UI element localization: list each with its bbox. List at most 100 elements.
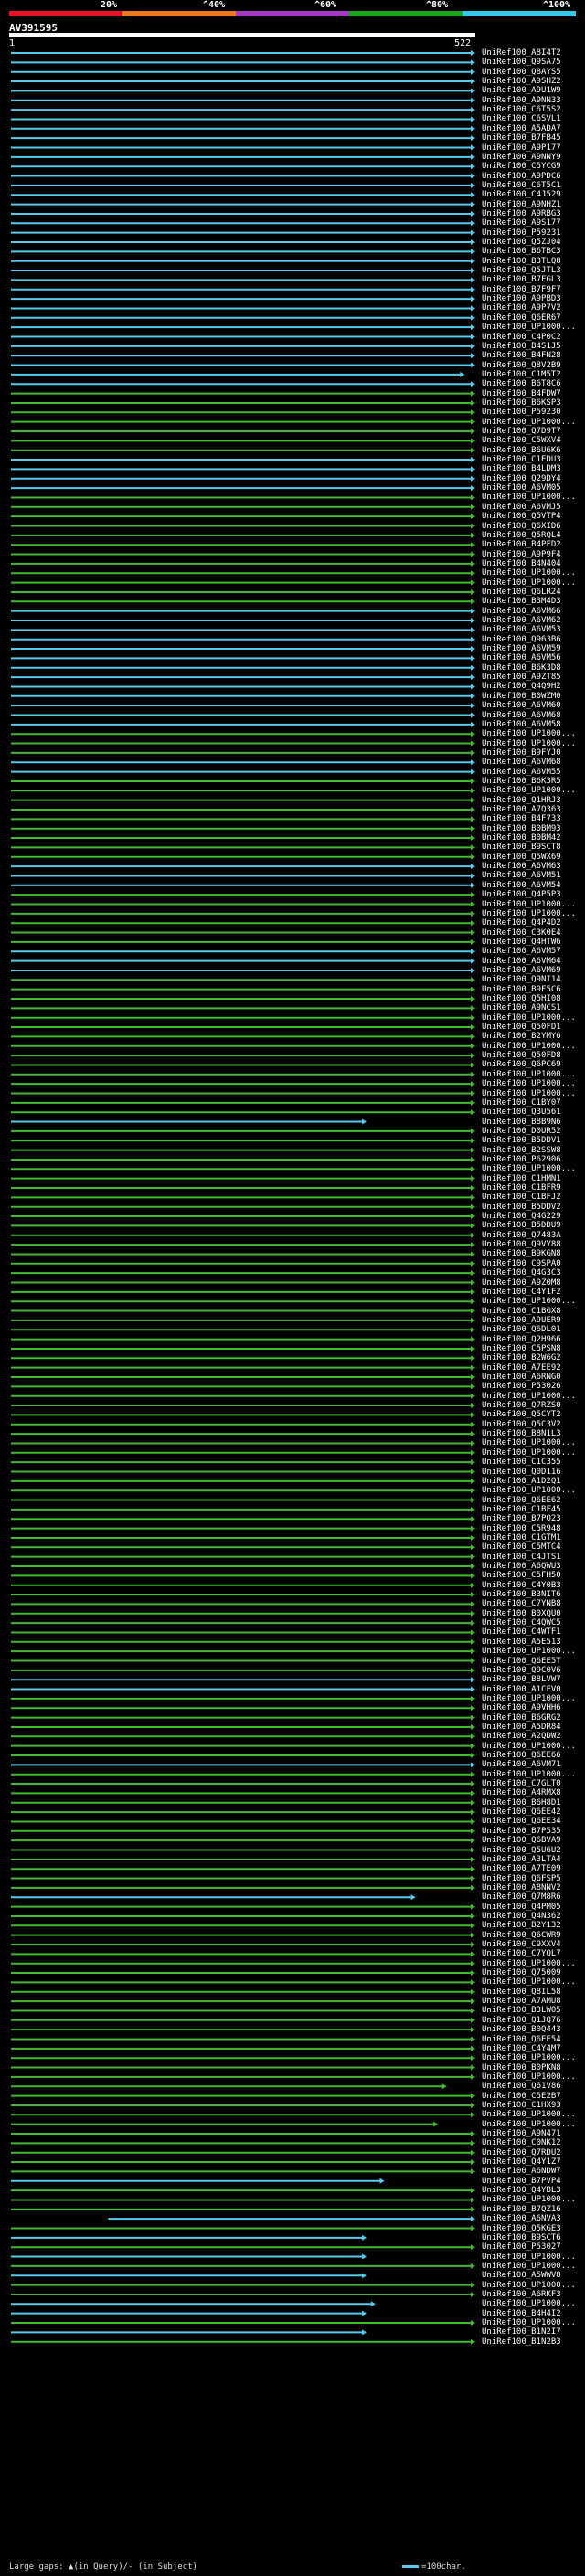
hit-label[interactable]: UniRef100_Q8AYS5 xyxy=(482,68,561,77)
hit-label[interactable]: UniRef100_A3LTA4 xyxy=(482,1855,561,1864)
hit-label[interactable]: UniRef100_B4N404 xyxy=(482,559,561,568)
hit-label[interactable]: UniRef100_UP1000... xyxy=(482,909,576,918)
hit-label[interactable]: UniRef100_Q5JTL3 xyxy=(482,266,561,275)
hit-label[interactable]: UniRef100_UP1000... xyxy=(482,1392,576,1401)
hit-label[interactable]: UniRef100_B7P535 xyxy=(482,1827,561,1836)
hit-label[interactable]: UniRef100_A6VM57 xyxy=(482,947,561,956)
hit-label[interactable]: UniRef100_B3M4D3 xyxy=(482,597,561,606)
hit-label[interactable]: UniRef100_A6RKF3 xyxy=(482,2290,561,2299)
hit-label[interactable]: UniRef100_C7YNB8 xyxy=(482,1599,561,1608)
hit-label[interactable]: UniRef100_Q6BVA9 xyxy=(482,1836,561,1845)
hit-label[interactable]: UniRef100_C0NK12 xyxy=(482,2138,561,2147)
hit-label[interactable]: UniRef100_Q50FD8 xyxy=(482,1051,561,1060)
hit-label[interactable]: UniRef100_UP1000... xyxy=(482,900,576,909)
hit-label[interactable]: UniRef100_Q6PC69 xyxy=(482,1060,561,1069)
hit-label[interactable]: UniRef100_B4FN28 xyxy=(482,351,561,360)
hit-label[interactable]: UniRef100_B2W6G2 xyxy=(482,1353,561,1362)
hit-label[interactable]: UniRef100_C1BGX8 xyxy=(482,1307,561,1316)
hit-label[interactable]: UniRef100_Q3U561 xyxy=(482,1108,561,1117)
hit-label[interactable]: UniRef100_C1C355 xyxy=(482,1458,561,1467)
hit-label[interactable]: UniRef100_A6VM71 xyxy=(482,1760,561,1769)
hit-label[interactable]: UniRef100_A1D2Q1 xyxy=(482,1477,561,1486)
hit-label[interactable]: UniRef100_C4QWC5 xyxy=(482,1618,561,1627)
hit-label[interactable]: UniRef100_C1BFR9 xyxy=(482,1183,561,1193)
hit-label[interactable]: UniRef100_B3LW05 xyxy=(482,2006,561,2015)
hit-label[interactable]: UniRef100_A2QDW2 xyxy=(482,1732,561,1741)
hit-label[interactable]: UniRef100_B4FDW7 xyxy=(482,389,561,398)
hit-label[interactable]: UniRef100_Q2H966 xyxy=(482,1335,561,1344)
hit-label[interactable]: UniRef100_Q5HI08 xyxy=(482,994,561,1003)
hit-label[interactable]: UniRef100_C9XXV4 xyxy=(482,1940,561,1949)
hit-label[interactable]: UniRef100_UP1000... xyxy=(482,1486,576,1495)
hit-label[interactable]: UniRef100_D0UR52 xyxy=(482,1127,561,1136)
hit-label[interactable]: UniRef100_Q9NI14 xyxy=(482,975,561,984)
hit-label[interactable]: UniRef100_C5YCG9 xyxy=(482,162,561,171)
hit-label[interactable]: UniRef100_A6VM68 xyxy=(482,711,561,720)
hit-label[interactable]: UniRef100_A9ZT85 xyxy=(482,673,561,682)
hit-label[interactable]: UniRef100_B6K3R5 xyxy=(482,777,561,786)
hit-label[interactable]: UniRef100_B4F733 xyxy=(482,814,561,823)
hit-label[interactable]: UniRef100_Q5C3V2 xyxy=(482,1420,561,1429)
hit-label[interactable]: UniRef100_UP1000... xyxy=(482,1070,576,1079)
hit-label[interactable]: UniRef100_Q6EE62 xyxy=(482,1496,561,1505)
hit-label[interactable]: UniRef100_B9F5C6 xyxy=(482,985,561,994)
hit-label[interactable]: UniRef100_UP1000... xyxy=(482,2072,576,2082)
hit-label[interactable]: UniRef100_UP1000... xyxy=(482,1089,576,1098)
hit-label[interactable]: UniRef100_B9FYJ0 xyxy=(482,748,561,758)
hit-label[interactable]: UniRef100_Q963B6 xyxy=(482,635,561,644)
hit-label[interactable]: UniRef100_B5DDV2 xyxy=(482,1203,561,1212)
hit-label[interactable]: UniRef100_UP1000... xyxy=(482,2318,576,2327)
hit-label[interactable]: UniRef100_Q4P5P3 xyxy=(482,890,561,899)
hit-label[interactable]: UniRef100_UP1000... xyxy=(482,2110,576,2119)
hit-label[interactable]: UniRef100_UP1000... xyxy=(482,2262,576,2271)
hit-label[interactable]: UniRef100_Q6EE42 xyxy=(482,1807,561,1817)
hit-label[interactable]: UniRef100_UP1000... xyxy=(482,2299,576,2308)
hit-label[interactable]: UniRef100_Q6EE5T xyxy=(482,1657,561,1666)
hit-label[interactable]: UniRef100_A9NN33 xyxy=(482,96,561,105)
hit-label[interactable]: UniRef100_A9RBG3 xyxy=(482,209,561,218)
hit-label[interactable]: UniRef100_P53027 xyxy=(482,2242,561,2252)
hit-label[interactable]: UniRef100_P59230 xyxy=(482,408,561,417)
hit-label[interactable]: UniRef100_A7Q363 xyxy=(482,805,561,814)
hit-label[interactable]: UniRef100_A9S177 xyxy=(482,218,561,228)
hit-label[interactable]: UniRef100_B3TLQ8 xyxy=(482,257,561,266)
hit-label[interactable]: UniRef100_Q5RQL4 xyxy=(482,531,561,540)
hit-label[interactable]: UniRef100_A9NNY9 xyxy=(482,153,561,162)
hit-label[interactable]: UniRef100_B0Q443 xyxy=(482,2025,561,2034)
hit-label[interactable]: UniRef100_B6KSP3 xyxy=(482,398,561,408)
hit-label[interactable]: UniRef100_P62906 xyxy=(482,1155,561,1164)
hit-label[interactable]: UniRef100_A9P177 xyxy=(482,143,561,153)
hit-label[interactable]: UniRef100_B6H8D1 xyxy=(482,1798,561,1807)
hit-label[interactable]: UniRef100_B1N2B3 xyxy=(482,2337,561,2347)
hit-label[interactable]: UniRef100_UP1000... xyxy=(482,493,576,502)
hit-label[interactable]: UniRef100_C6T5C1 xyxy=(482,181,561,190)
hit-label[interactable]: UniRef100_A6VM05 xyxy=(482,483,561,493)
hit-label[interactable]: UniRef100_B7F9F7 xyxy=(482,285,561,294)
hit-label[interactable]: UniRef100_C6SVL1 xyxy=(482,114,561,123)
hit-label[interactable]: UniRef100_B8B9N6 xyxy=(482,1118,561,1127)
hit-label[interactable]: UniRef100_B8LVW7 xyxy=(482,1675,561,1684)
hit-label[interactable]: UniRef100_Q1JQ76 xyxy=(482,2016,561,2025)
hit-label[interactable]: UniRef100_C4Y4M7 xyxy=(482,2044,561,2053)
hit-label[interactable]: UniRef100_UP1000... xyxy=(482,2253,576,2262)
hit-label[interactable]: UniRef100_B4PFD2 xyxy=(482,540,561,549)
hit-label[interactable]: UniRef100_Q4G229 xyxy=(482,1212,561,1221)
hit-label[interactable]: UniRef100_A8I4T2 xyxy=(482,48,561,58)
hit-label[interactable]: UniRef100_C5R948 xyxy=(482,1524,561,1533)
hit-label[interactable]: UniRef100_A6VM63 xyxy=(482,862,561,871)
hit-label[interactable]: UniRef100_B9KGN8 xyxy=(482,1249,561,1258)
hit-label[interactable]: UniRef100_Q5VTP4 xyxy=(482,512,561,521)
hit-label[interactable]: UniRef100_A6VMJ5 xyxy=(482,503,561,512)
hit-label[interactable]: UniRef100_Q5U6U2 xyxy=(482,1846,561,1855)
hit-label[interactable]: UniRef100_Q61V86 xyxy=(482,2082,561,2091)
hit-label[interactable]: UniRef100_B9SCT6 xyxy=(482,2233,561,2242)
hit-label[interactable]: UniRef100_B0WZM0 xyxy=(482,692,561,701)
hit-label[interactable]: UniRef100_Q5CYT2 xyxy=(482,1410,561,1419)
hit-label[interactable]: UniRef100_UP1000... xyxy=(482,1770,576,1779)
hit-label[interactable]: UniRef100_Q8IL58 xyxy=(482,1988,561,1997)
hit-label[interactable]: UniRef100_A9N471 xyxy=(482,2129,561,2138)
hit-label[interactable]: UniRef100_UP1000... xyxy=(482,739,576,748)
hit-label[interactable]: UniRef100_UP1000... xyxy=(482,1448,576,1458)
hit-label[interactable]: UniRef100_UP1000... xyxy=(482,1694,576,1703)
hit-label[interactable]: UniRef100_UP1000... xyxy=(482,1042,576,1051)
